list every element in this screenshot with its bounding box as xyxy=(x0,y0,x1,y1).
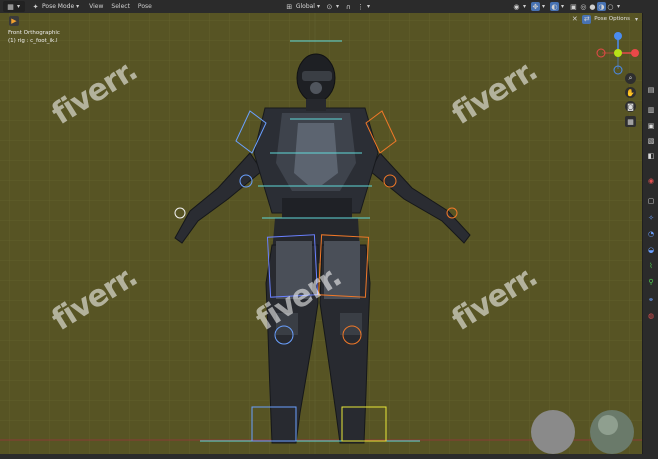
menu-pose[interactable]: Pose xyxy=(138,1,152,12)
chevron-down-icon: ▾ xyxy=(76,3,80,10)
pan-button[interactable]: ✋ xyxy=(625,87,636,98)
output-tab[interactable]: ▣ xyxy=(646,121,656,131)
snap-target-icon: ⋮ xyxy=(356,2,364,11)
hand-icon: ✋ xyxy=(626,88,635,97)
modifier-tab[interactable]: ✧ xyxy=(646,213,656,223)
ortho-toggle-button[interactable]: ▦ xyxy=(625,116,636,127)
constraint-icon: ⚭ xyxy=(648,296,654,304)
shading-solid-button[interactable]: ● xyxy=(588,1,597,12)
menu-view[interactable]: View xyxy=(89,1,103,12)
transform-icon: ⇄ xyxy=(582,14,592,24)
pose-mode-icon: ✦ xyxy=(32,2,39,11)
select-box-tool[interactable]: ▶ xyxy=(9,16,19,26)
zoom-icon: ⌕ xyxy=(628,74,633,82)
scene-tab[interactable]: ◧ xyxy=(646,151,656,161)
physics-icon: ◒ xyxy=(647,246,655,254)
tool-tab[interactable]: ▤ xyxy=(646,85,656,95)
shading-wire-button[interactable]: ◎ xyxy=(579,1,588,12)
view-layer-icon: ▧ xyxy=(647,137,655,145)
select-box-icon: ▶ xyxy=(11,17,17,25)
chevron-down-icon: ▾ xyxy=(522,3,526,10)
axis-mirror-icon: ✕ xyxy=(571,15,578,23)
chevron-down-icon: ▾ xyxy=(16,3,20,10)
z-axis-icon[interactable] xyxy=(614,32,622,40)
rendered-shading-icon: ○ xyxy=(607,2,614,11)
chevron-down-icon: ▾ xyxy=(560,3,564,10)
armature-icon: ⚲ xyxy=(648,278,654,286)
snap-target-button[interactable]: ⋮ ▾ xyxy=(356,1,372,12)
editor-type-button[interactable]: ▦ ▾ xyxy=(3,1,25,12)
output-icon: ▣ xyxy=(647,122,655,130)
object-icon: ▢ xyxy=(647,197,655,205)
world-tab[interactable]: ◉ xyxy=(646,176,656,186)
xray-button[interactable]: ▣ xyxy=(569,1,578,12)
wrench-icon: ✧ xyxy=(648,214,654,222)
material-icon: ◍ xyxy=(647,312,655,320)
chevron-down-icon: ▾ xyxy=(634,15,638,23)
menu-select[interactable]: Select xyxy=(111,1,130,12)
render-icon: ▥ xyxy=(647,106,655,114)
eye-icon: ◉ xyxy=(513,2,520,11)
constraints-tab[interactable]: ⌇ xyxy=(646,261,656,271)
chevron-down-icon: ▾ xyxy=(335,3,339,10)
data-tab[interactable]: ⚲ xyxy=(646,277,656,287)
view-layer-tab[interactable]: ▧ xyxy=(646,136,656,146)
xray-icon: ▣ xyxy=(570,2,577,11)
overlays-icon: ◐ xyxy=(549,2,559,11)
pivot-button[interactable]: ⊙ ▾ xyxy=(325,1,341,12)
pivot-icon: ⊙ xyxy=(326,2,333,11)
camera-view-button[interactable]: ◙ xyxy=(625,101,636,112)
material-tab[interactable]: ◍ xyxy=(646,311,656,321)
matcap-sphere xyxy=(531,410,575,454)
render-tab[interactable]: ▥ xyxy=(646,105,656,115)
view3d-icon: ▦ xyxy=(7,2,14,11)
scene-icon: ◧ xyxy=(647,152,655,160)
active-object-label: (1) rig : c_foot_ik.l xyxy=(8,38,58,44)
material-shading-icon: ◑ xyxy=(596,2,606,11)
chevron-down-icon: ▾ xyxy=(616,3,620,10)
particles-icon: ◔ xyxy=(647,230,655,238)
overlays-button[interactable]: ◐ ▾ xyxy=(549,1,566,12)
shading-rendered-button[interactable]: ○ ▾ xyxy=(606,1,622,12)
magnet-icon: ∩ xyxy=(345,2,352,11)
gizmo-button[interactable]: ✥ ▾ xyxy=(530,1,547,12)
bone-icon: ⌇ xyxy=(649,262,653,270)
physics-tab[interactable]: ◒ xyxy=(646,245,656,255)
gizmo-icon: ✥ xyxy=(530,2,540,11)
x-axis-icon[interactable] xyxy=(631,49,639,57)
pose-options-dropdown[interactable]: ✕ ⇄ Pose Options ▾ xyxy=(570,14,640,24)
y-axis-icon[interactable] xyxy=(614,49,622,57)
mode-label: Pose Mode xyxy=(42,3,75,10)
snap-button[interactable]: ∩ xyxy=(344,1,353,12)
navigation-gizmo[interactable] xyxy=(596,31,640,75)
orientation-label: Global xyxy=(295,3,315,10)
particles-tab[interactable]: ◔ xyxy=(646,229,656,239)
solid-shading-icon: ● xyxy=(589,2,596,11)
chevron-down-icon: ▾ xyxy=(366,3,370,10)
bone-constraint-tab[interactable]: ⚭ xyxy=(646,295,656,305)
visibility-button[interactable]: ◉ ▾ xyxy=(512,1,528,12)
grid-icon: ▦ xyxy=(627,117,634,126)
3d-viewport[interactable]: fiverr. fiverr. fiverr. fiverr. fiverr. … xyxy=(0,13,642,454)
chevron-down-icon: ▾ xyxy=(541,3,545,10)
wireframe-shading-icon: ◎ xyxy=(580,2,587,11)
object-tab[interactable]: ▢ xyxy=(646,196,656,206)
view-name: Front Orthographic xyxy=(8,30,60,36)
viewport-header: ▦ ▾ ✦ Pose Mode ▾ View Select Pose ⊞ Glob… xyxy=(0,0,658,14)
pose-options-label: Pose Options xyxy=(594,16,630,22)
transform-orientation-dropdown[interactable]: ⊞ Global ▾ xyxy=(285,1,322,12)
properties-tab-strip: ▤ ▥ ▣ ▧ ◧ ◉ ▢ ✧ ◔ ◒ ⌇ ⚲ ⚭ ◍ xyxy=(642,13,658,454)
shading-material-button[interactable]: ◑ xyxy=(596,1,606,12)
world-icon: ◉ xyxy=(647,177,655,185)
wrench-icon: ▤ xyxy=(647,86,655,94)
orientation-icon: ⊞ xyxy=(286,2,293,11)
camera-icon: ◙ xyxy=(627,102,634,111)
status-bar xyxy=(0,454,658,459)
blender-window: ▦ ▾ ✦ Pose Mode ▾ View Select Pose ⊞ Glob… xyxy=(0,0,658,459)
mode-dropdown[interactable]: ✦ Pose Mode ▾ xyxy=(31,1,81,12)
chevron-down-icon: ▾ xyxy=(316,3,320,10)
zoom-button[interactable]: ⌕ xyxy=(625,73,636,84)
